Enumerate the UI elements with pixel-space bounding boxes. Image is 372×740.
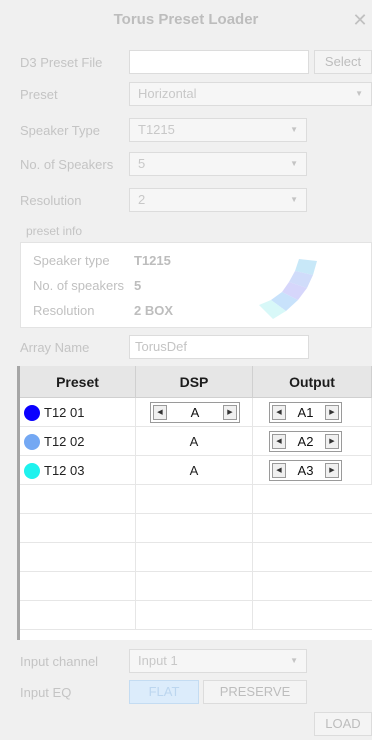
chevron-down-icon: ▼ [355,89,363,98]
chevron-down-icon: ▼ [290,656,298,665]
table-row[interactable]: T12 02 A ◀ A2 ▶ [20,427,372,456]
close-icon[interactable]: ✕ [350,11,370,31]
caret-left-icon[interactable]: ◀ [272,405,286,420]
table-row-empty [20,601,372,630]
caret-right-icon[interactable]: ▶ [325,434,339,449]
output-stepper[interactable]: ◀ A2 ▶ [269,431,342,452]
table-row-empty [20,572,372,601]
preset-cell: T12 01 [20,398,136,427]
column-header-preset[interactable]: Preset [20,366,136,398]
empty-cell [136,572,253,601]
chevron-down-icon: ▼ [290,195,298,204]
output-cell: ◀ A3 ▶ [253,456,372,485]
resolution-dropdown[interactable]: 2 ▼ [129,188,307,212]
num-speakers-dropdown[interactable]: 5 ▼ [129,152,307,176]
preset-name: T12 03 [44,463,85,478]
num-speakers-value: 5 [138,156,146,171]
empty-cell [20,514,136,543]
input-channel-label: Input channel [20,654,99,669]
table-row-empty [20,485,372,514]
info-key-speaker-type: Speaker type [33,253,110,268]
dsp-stepper[interactable]: ◀ A ▶ [150,402,240,423]
output-value: A1 [297,405,314,420]
info-key-resolution: Resolution [33,303,95,318]
select-button[interactable]: Select [314,50,372,74]
dsp-value: A [190,405,200,420]
info-value-resolution: 2 BOX [134,303,174,318]
caret-left-icon[interactable]: ◀ [153,405,167,420]
input-eq-label: Input EQ [20,685,72,700]
preset-cell: T12 03 [20,456,136,485]
speaker-array-icon [259,259,317,319]
load-button[interactable]: LOAD [314,712,372,736]
table-row[interactable]: T12 01 ◀ A ▶ ◀ A1 ▶ [20,398,372,427]
table-row-empty [20,514,372,543]
table-row[interactable]: T12 03 A ◀ A3 ▶ [20,456,372,485]
resolution-label: Resolution [20,193,82,208]
resolution-value: 2 [138,192,146,207]
output-stepper[interactable]: ◀ A3 ▶ [269,460,342,481]
output-cell: ◀ A1 ▶ [253,398,372,427]
column-header-output[interactable]: Output [253,366,372,398]
empty-cell [20,572,136,601]
dsp-cell: ◀ A ▶ [136,398,253,427]
preset-label: Preset [20,87,58,102]
empty-cell [136,514,253,543]
d3-preset-file-label: D3 Preset File [20,55,103,70]
column-header-dsp[interactable]: DSP [136,366,253,398]
preset-info-heading: preset info [26,224,83,238]
output-value: A2 [297,434,314,449]
empty-cell [20,601,136,630]
table-row-empty [20,543,372,572]
dsp-value: A [189,463,199,478]
num-speakers-label: No. of Speakers [20,157,114,172]
caret-right-icon[interactable]: ▶ [223,405,237,420]
caret-left-icon[interactable]: ◀ [272,434,286,449]
input-channel-dropdown[interactable]: Input 1 ▼ [129,649,307,673]
empty-cell [20,485,136,514]
preset-table: Preset DSP Output T12 01 ◀ A ▶ ◀ A1 ▶ T1… [17,366,372,640]
preset-info-panel: Speaker type T1215 No. of speakers 5 Res… [20,242,372,328]
preset-name: T12 02 [44,434,85,449]
empty-cell [136,601,253,630]
output-value: A3 [297,463,314,478]
output-cell: ◀ A2 ▶ [253,427,372,456]
array-name-label: Array Name [20,340,90,355]
chevron-down-icon: ▼ [290,125,298,134]
speaker-type-dropdown[interactable]: T1215 ▼ [129,118,307,142]
array-name-input[interactable]: TorusDef [129,335,309,359]
caret-left-icon[interactable]: ◀ [272,463,286,478]
dsp-cell: A [136,456,253,485]
preserve-button[interactable]: PRESERVE [203,680,307,704]
preset-dropdown[interactable]: Horizontal ▼ [129,82,372,106]
color-dot-icon [24,434,40,450]
info-value-num-speakers: 5 [134,278,142,293]
color-dot-icon [24,405,40,421]
color-dot-icon [24,463,40,479]
empty-cell [20,543,136,572]
flat-button[interactable]: FLAT [129,680,199,704]
empty-cell [136,543,253,572]
input-channel-value: Input 1 [138,653,178,668]
caret-right-icon[interactable]: ▶ [325,405,339,420]
empty-cell [136,485,253,514]
window-title: Torus Preset Loader [113,11,259,28]
d3-preset-file-input[interactable] [129,50,309,74]
dsp-cell: A [136,427,253,456]
preset-name: T12 01 [44,405,85,420]
info-key-num-speakers: No. of speakers [33,278,125,293]
chevron-down-icon: ▼ [290,159,298,168]
speaker-type-label: Speaker Type [20,123,100,138]
speaker-type-value: T1215 [138,122,175,137]
caret-right-icon[interactable]: ▶ [325,463,339,478]
preset-cell: T12 02 [20,427,136,456]
info-value-speaker-type: T1215 [134,253,171,268]
preset-value: Horizontal [138,86,197,101]
output-stepper[interactable]: ◀ A1 ▶ [269,402,342,423]
dsp-value: A [189,434,199,449]
